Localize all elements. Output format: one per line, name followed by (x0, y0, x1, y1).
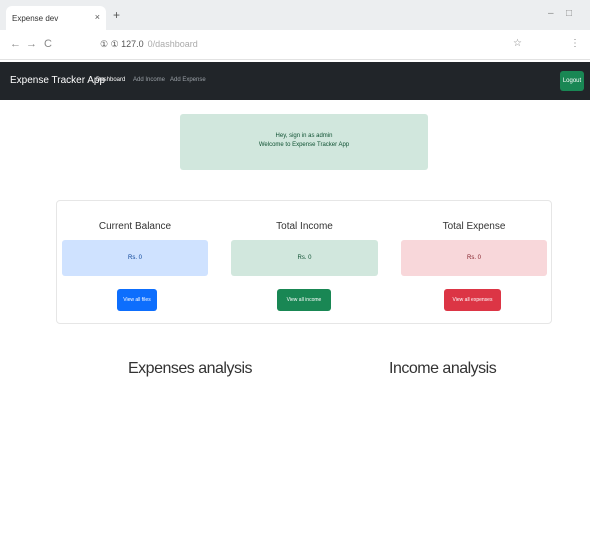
tab-title: Expense dev (12, 14, 59, 23)
income-title: Total Income (276, 221, 333, 232)
nav-add-expense-link[interactable]: Add Expense (170, 77, 206, 83)
nav-add-income-link[interactable]: Add Income (133, 77, 165, 83)
app-brand[interactable]: Expense Tracker App (10, 75, 105, 86)
browser-tab[interactable]: Expense dev × (6, 6, 106, 30)
income-value: Rs. 0 (231, 240, 378, 276)
view-all-files-button[interactable]: View all files (117, 289, 157, 311)
expenses-analysis-heading: Expenses analysis (128, 360, 253, 377)
bookmark-icon[interactable]: ☆ (513, 38, 522, 49)
alert-line-2: Welcome to Expense Tracker App (258, 142, 350, 148)
browser-menu-icon[interactable]: ⋮ (570, 38, 580, 49)
expense-title: Total Expense (442, 221, 506, 232)
balance-title: Current Balance (98, 221, 172, 232)
browser-address-bar: ← → C ① ① 127.0 0/dashboard ☆ ⋮ (0, 30, 590, 60)
alert-line-1: Hey, sign in as admin (275, 133, 333, 139)
browser-tab-strip: Expense dev × + – □ (0, 0, 590, 30)
expense-value: Rs. 0 (401, 240, 547, 276)
reload-icon[interactable]: C (44, 38, 52, 50)
app-navbar: Expense Tracker App Dashboard Add Income… (0, 62, 590, 100)
view-all-expenses-button[interactable]: View all expenses (444, 289, 501, 311)
restore-icon[interactable]: □ (566, 8, 572, 19)
forward-icon[interactable]: → (26, 38, 37, 50)
view-all-income-button[interactable]: View all income (277, 289, 331, 311)
url-field[interactable]: ① ① 127.0 0/dashboard (100, 39, 198, 50)
new-tab-icon[interactable]: + (113, 8, 120, 22)
url-path: 0/dashboard (147, 39, 198, 49)
nav-dashboard-link[interactable]: Dashboard (96, 77, 125, 83)
minimize-icon[interactable]: – (548, 8, 554, 19)
back-icon[interactable]: ← (10, 38, 21, 50)
url-host: ① ① 127.0 (100, 39, 144, 49)
welcome-alert: Hey, sign in as admin Welcome to Expense… (180, 114, 428, 170)
balance-value: Rs. 0 (62, 240, 208, 276)
tab-close-icon[interactable]: × (95, 12, 100, 22)
logout-button[interactable]: Logout (560, 71, 584, 91)
income-analysis-heading: Income analysis (389, 360, 497, 377)
